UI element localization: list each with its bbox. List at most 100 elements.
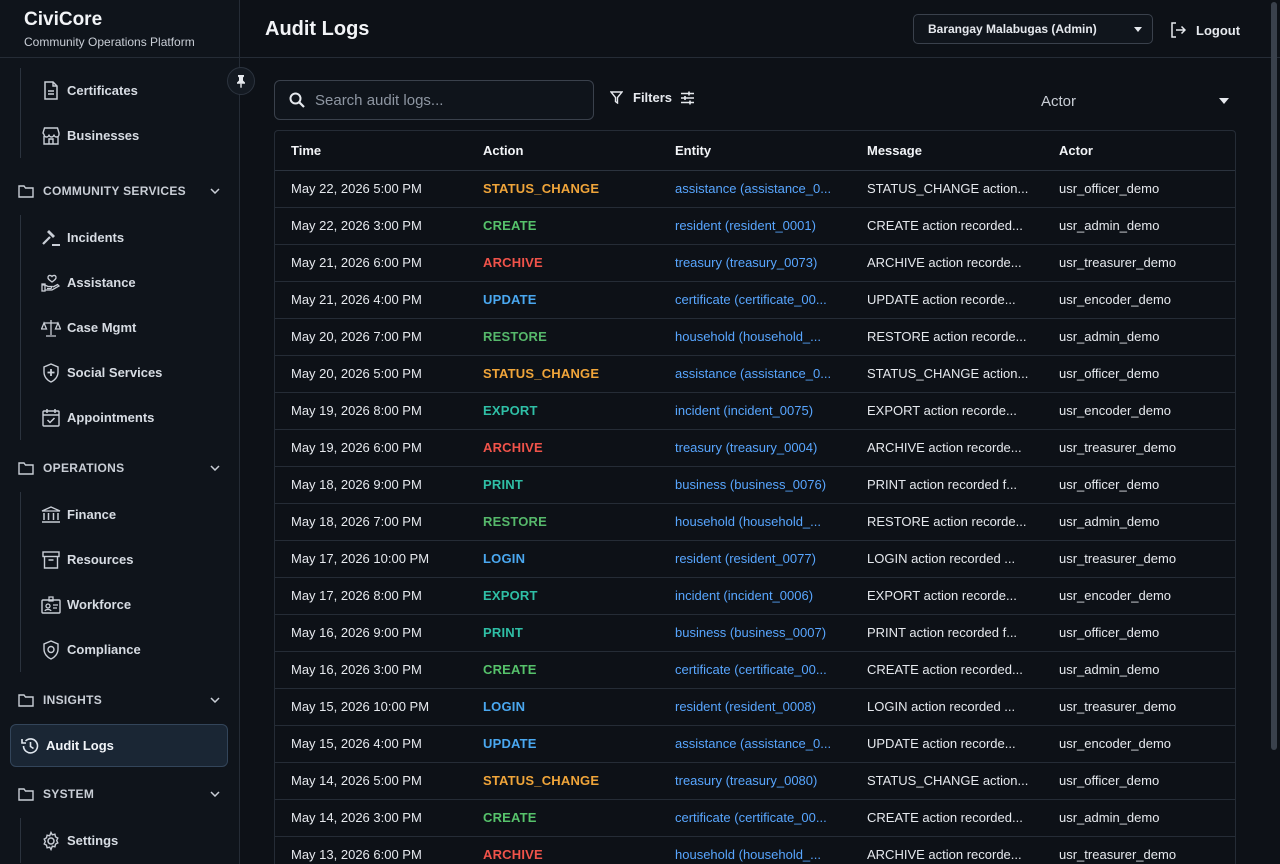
cell-entity[interactable]: household (household_... bbox=[659, 836, 851, 864]
cell-message: LOGIN action recorded ... bbox=[851, 688, 1043, 726]
section-community-services[interactable]: COMMUNITY SERVICES bbox=[0, 167, 240, 215]
section-operations[interactable]: OPERATIONS bbox=[0, 444, 240, 492]
cell-entity[interactable]: certificate (certificate_00... bbox=[659, 281, 851, 319]
caret-down-icon bbox=[1134, 26, 1142, 32]
search-box[interactable] bbox=[274, 80, 594, 120]
table-header: Time Action Entity Message Actor bbox=[275, 131, 1235, 171]
table-row[interactable]: May 14, 2026 3:00 PM CREATE certificate (c… bbox=[275, 799, 1235, 837]
cell-entity[interactable]: resident (resident_0077) bbox=[659, 540, 851, 578]
actor-select[interactable]: Actor bbox=[1039, 88, 1229, 114]
filters-button[interactable]: Filters bbox=[610, 90, 695, 105]
chevron-down-icon bbox=[210, 465, 220, 471]
sidebar-item-appointments[interactable]: Appointments bbox=[21, 395, 240, 440]
cell-entity[interactable]: business (business_0076) bbox=[659, 466, 851, 504]
page-scrollbar[interactable] bbox=[1271, 2, 1277, 750]
sidebar-item-resources[interactable]: Resources bbox=[21, 537, 240, 582]
table-row[interactable]: May 14, 2026 5:00 PM STATUS_CHANGE treasur… bbox=[275, 762, 1235, 800]
table-row[interactable]: May 21, 2026 6:00 PM ARCHIVE treasury (tre… bbox=[275, 244, 1235, 282]
table-row[interactable]: May 16, 2026 3:00 PM CREATE certificate (c… bbox=[275, 651, 1235, 689]
cell-time: May 14, 2026 5:00 PM bbox=[275, 762, 467, 800]
table-row[interactable]: May 16, 2026 9:00 PM PRINT business (busin… bbox=[275, 614, 1235, 652]
sidebar-item-social-services[interactable]: Social Services bbox=[21, 350, 240, 395]
sidebar-item-certificates[interactable]: Certificates bbox=[21, 68, 240, 113]
section-title: INSIGHTS bbox=[43, 693, 103, 707]
funnel-icon bbox=[610, 91, 623, 104]
cell-entity[interactable]: household (household_... bbox=[659, 503, 851, 541]
cell-entity[interactable]: incident (incident_0075) bbox=[659, 392, 851, 430]
pin-sidebar-button[interactable] bbox=[227, 67, 255, 95]
main-content: Audit Logs Barangay Malabugas (Admin) Lo… bbox=[240, 0, 1280, 864]
sidebar-item-label: Workforce bbox=[67, 597, 132, 612]
table-row[interactable]: May 22, 2026 5:00 PM STATUS_CHANGE assista… bbox=[275, 170, 1235, 208]
cell-actor: usr_officer_demo bbox=[1043, 466, 1235, 504]
sidebar-item-workforce[interactable]: Workforce bbox=[21, 582, 240, 627]
sidebar-item-audit-logs[interactable]: Audit Logs bbox=[10, 724, 228, 767]
column-header-action[interactable]: Action bbox=[467, 131, 659, 171]
sidebar-item-compliance[interactable]: Compliance bbox=[21, 627, 240, 672]
cell-entity[interactable]: treasury (treasury_0004) bbox=[659, 429, 851, 467]
gear-icon bbox=[40, 830, 62, 852]
search-input[interactable] bbox=[315, 91, 575, 109]
table-row[interactable]: May 17, 2026 8:00 PM EXPORT incident (inci… bbox=[275, 577, 1235, 615]
table-row[interactable]: May 22, 2026 3:00 PM CREATE resident (resi… bbox=[275, 207, 1235, 245]
table-row[interactable]: May 20, 2026 5:00 PM STATUS_CHANGE assista… bbox=[275, 355, 1235, 393]
table-row[interactable]: May 19, 2026 8:00 PM EXPORT incident (inci… bbox=[275, 392, 1235, 430]
archive-box-icon bbox=[40, 549, 62, 571]
cell-entity[interactable]: assistance (assistance_0... bbox=[659, 170, 851, 208]
section-insights[interactable]: INSIGHTS bbox=[0, 676, 240, 724]
brand-subtitle: Community Operations Platform bbox=[24, 35, 195, 49]
cell-entity[interactable]: household (household_... bbox=[659, 318, 851, 356]
column-header-entity[interactable]: Entity bbox=[659, 131, 851, 171]
sidebar-item-case-mgmt[interactable]: Case Mgmt bbox=[21, 305, 240, 350]
cell-entity[interactable]: resident (resident_0001) bbox=[659, 207, 851, 245]
sidebar-item-settings[interactable]: Settings bbox=[21, 818, 240, 863]
cell-action: UPDATE bbox=[467, 281, 659, 319]
cell-action: UPDATE bbox=[467, 725, 659, 763]
cell-entity[interactable]: treasury (treasury_0073) bbox=[659, 244, 851, 282]
calendar-check-icon bbox=[40, 407, 62, 429]
sidebar-item-businesses[interactable]: Businesses bbox=[21, 113, 240, 158]
cell-entity[interactable]: business (business_0007) bbox=[659, 614, 851, 652]
logout-button[interactable]: Logout bbox=[1170, 19, 1240, 41]
table-row[interactable]: May 20, 2026 7:00 PM RESTORE household (ho… bbox=[275, 318, 1235, 356]
cell-entity[interactable]: assistance (assistance_0... bbox=[659, 725, 851, 763]
cell-entity[interactable]: certificate (certificate_00... bbox=[659, 799, 851, 837]
table-row[interactable]: May 15, 2026 10:00 PM LOGIN resident (resi… bbox=[275, 688, 1235, 726]
cell-actor: usr_encoder_demo bbox=[1043, 392, 1235, 430]
table-row[interactable]: May 18, 2026 9:00 PM PRINT business (busin… bbox=[275, 466, 1235, 504]
barangay-select[interactable]: Barangay Malabugas (Admin) bbox=[913, 14, 1153, 44]
cell-action: STATUS_CHANGE bbox=[467, 762, 659, 800]
section-system[interactable]: SYSTEM bbox=[0, 770, 240, 818]
cell-entity[interactable]: resident (resident_0008) bbox=[659, 688, 851, 726]
cell-time: May 17, 2026 10:00 PM bbox=[275, 540, 467, 578]
sidebar-item-label: Incidents bbox=[67, 230, 125, 245]
table-row[interactable]: May 21, 2026 4:00 PM UPDATE certificate (c… bbox=[275, 281, 1235, 319]
table-row[interactable]: May 18, 2026 7:00 PM RESTORE household (ho… bbox=[275, 503, 1235, 541]
cell-action: STATUS_CHANGE bbox=[467, 170, 659, 208]
sidebar-item-label: Appointments bbox=[67, 410, 155, 425]
document-icon bbox=[40, 80, 62, 102]
column-header-actor[interactable]: Actor bbox=[1043, 131, 1235, 171]
nav-group-system: Settings bbox=[20, 818, 240, 863]
cell-entity[interactable]: certificate (certificate_00... bbox=[659, 651, 851, 689]
sidebar-item-label: Finance bbox=[67, 507, 117, 522]
cell-message: UPDATE action recorde... bbox=[851, 725, 1043, 763]
cell-entity[interactable]: assistance (assistance_0... bbox=[659, 355, 851, 393]
cell-actor: usr_officer_demo bbox=[1043, 170, 1235, 208]
column-header-message[interactable]: Message bbox=[851, 131, 1043, 171]
cell-entity[interactable]: incident (incident_0006) bbox=[659, 577, 851, 615]
gavel-icon bbox=[40, 227, 62, 249]
cell-time: May 21, 2026 6:00 PM bbox=[275, 244, 467, 282]
sidebar-item-incidents[interactable]: Incidents bbox=[21, 215, 240, 260]
column-header-time[interactable]: Time bbox=[275, 131, 467, 171]
cell-time: May 18, 2026 7:00 PM bbox=[275, 503, 467, 541]
sidebar-item-finance[interactable]: Finance bbox=[21, 492, 240, 537]
table-row[interactable]: May 13, 2026 6:00 PM ARCHIVE household (ho… bbox=[275, 836, 1235, 864]
cell-entity[interactable]: treasury (treasury_0080) bbox=[659, 762, 851, 800]
table-row[interactable]: May 19, 2026 6:00 PM ARCHIVE treasury (tre… bbox=[275, 429, 1235, 467]
table-row[interactable]: May 15, 2026 4:00 PM UPDATE assistance (as… bbox=[275, 725, 1235, 763]
sidebar-item-assistance[interactable]: Assistance bbox=[21, 260, 240, 305]
table-row[interactable]: May 17, 2026 10:00 PM LOGIN resident (resi… bbox=[275, 540, 1235, 578]
toolbar: Filters Actor bbox=[274, 80, 1236, 120]
cell-action: CREATE bbox=[467, 651, 659, 689]
